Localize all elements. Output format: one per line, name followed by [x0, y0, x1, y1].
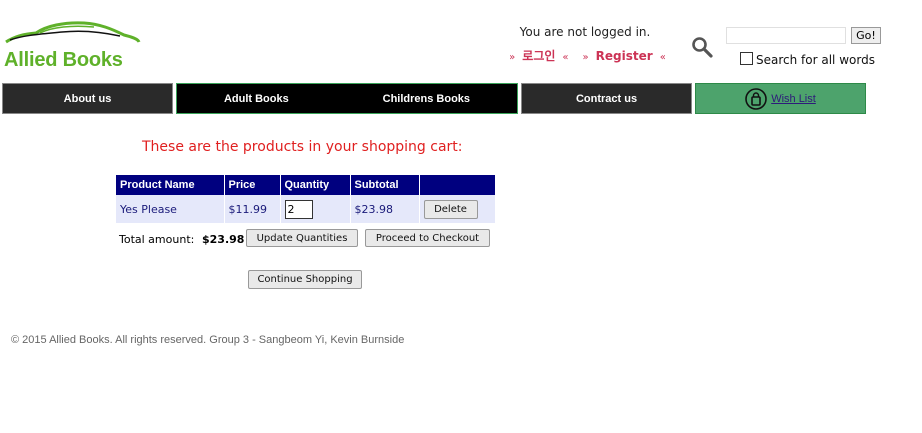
nav-about-us[interactable]: About us: [2, 83, 173, 114]
quantity-cell: [280, 195, 351, 223]
register-link[interactable]: Register: [596, 49, 653, 63]
guillemet: «: [562, 52, 569, 63]
search-input[interactable]: [726, 27, 846, 44]
product-price: $11.99: [224, 195, 281, 223]
continue-shopping-button[interactable]: Continue Shopping: [248, 270, 362, 289]
proceed-to-checkout-button[interactable]: Proceed to Checkout: [365, 229, 490, 247]
nav-childrens-books[interactable]: Childrens Books: [383, 93, 470, 105]
column-header-action: [419, 175, 495, 195]
column-header-product: Product Name: [116, 175, 225, 195]
cart-table: Product Name Price Quantity Subtotal Yes…: [116, 175, 495, 223]
product-name: Yes Please: [116, 195, 225, 223]
cart-heading: These are the products in your shopping …: [142, 139, 463, 155]
guillemet: «: [659, 52, 666, 63]
product-subtotal: $23.98: [350, 195, 420, 223]
quantity-input[interactable]: [284, 199, 313, 219]
brand-name: Allied Books: [4, 49, 123, 71]
total-value: $23.98: [202, 233, 245, 246]
nav-books-group: Adult Books Childrens Books: [176, 83, 518, 114]
login-link[interactable]: 로그인: [522, 49, 555, 63]
wish-list-label: Wish List: [771, 92, 816, 105]
go-button[interactable]: Go!: [851, 27, 881, 44]
guillemet: »: [509, 52, 516, 63]
nav-contract-us[interactable]: Contract us: [521, 83, 692, 114]
action-cell: Delete: [419, 195, 495, 223]
auth-links: » 로그인 « » Register «: [500, 47, 675, 64]
column-header-subtotal: Subtotal: [350, 175, 420, 195]
footer-copyright: © 2015 Allied Books. All rights reserved…: [11, 334, 405, 346]
delete-button[interactable]: Delete: [423, 199, 478, 219]
total-label: Total amount:: [119, 233, 195, 246]
shopping-bag-icon: [745, 87, 767, 110]
site-logo[interactable]: Allied Books: [2, 20, 147, 71]
car-logo-icon: [5, 21, 141, 44]
table-header-row: Product Name Price Quantity Subtotal: [116, 175, 495, 195]
login-status: You are not logged in.: [519, 25, 651, 39]
search-icon[interactable]: [691, 36, 713, 58]
update-quantities-button[interactable]: Update Quantities: [246, 229, 358, 247]
nav-wish-list[interactable]: Wish List: [695, 83, 866, 114]
guillemet: »: [582, 52, 589, 63]
search-all-label: Search for all words: [756, 53, 875, 67]
nav-adult-books[interactable]: Adult Books: [224, 93, 289, 105]
column-header-quantity: Quantity: [280, 175, 351, 195]
table-row: Yes Please $11.99 $23.98 Delete: [116, 195, 495, 223]
column-header-price: Price: [224, 175, 281, 195]
search-all-checkbox[interactable]: [740, 52, 753, 65]
